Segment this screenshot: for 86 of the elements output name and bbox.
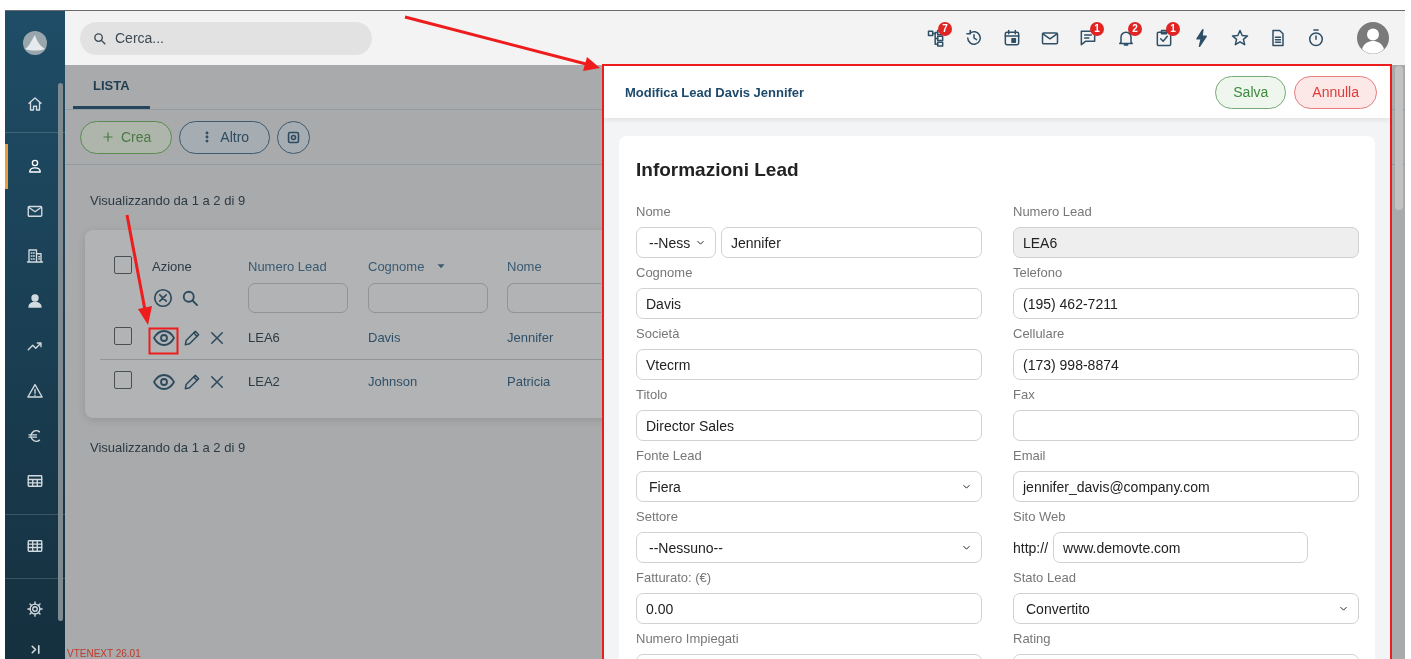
checkbox[interactable] [114,255,132,274]
version-label: VTENEXT 26.01 [67,648,141,659]
toolbar-button[interactable]: 1 [1069,19,1107,57]
column-header: Azione [152,258,192,274]
notification-badge: 1 [1090,22,1104,36]
field-label: Stato Lead [1013,569,1077,587]
text-field[interactable]: (173) 998-8874 [1013,349,1359,380]
column-header[interactable]: Nome [507,258,542,274]
record-count: Visualizzando da 1 a 2 di 9 [90,439,246,456]
field-label: Cellulare [1013,325,1066,343]
table-cell[interactable]: Jennifer [507,330,554,345]
dropdown[interactable]: Convertito [1013,593,1359,624]
settings-icon [26,600,44,619]
notification-badge: 7 [938,22,952,36]
field-label: Società [636,325,681,343]
notification-badge: 1 [1166,22,1180,36]
column-header[interactable]: Numero Lead [248,258,327,274]
person-icon [26,292,44,311]
url-field[interactable]: www.demovte.com [1053,532,1309,563]
calendar-icon [1002,28,1022,48]
checkbox[interactable] [114,327,132,345]
salutation-dropdown[interactable]: --Ness [636,227,716,258]
save-button[interactable]: Salva [1215,75,1287,109]
table-cell[interactable]: Davis [368,330,401,345]
search-icon[interactable] [180,288,200,308]
collapse-icon[interactable] [28,643,42,657]
field-label: Fax [1013,386,1036,404]
history-icon [964,28,984,48]
more-button[interactable]: Altro [179,120,271,154]
text-field[interactable]: 0.00 [636,593,982,624]
section-title: Informazioni Lead [636,158,800,182]
field-label: Fonte Lead [636,447,703,465]
field-label: Rating [1013,630,1052,648]
toolbar-button[interactable]: 7 [917,19,955,57]
list-tab[interactable]: LISTA [73,65,150,109]
logo-icon [21,29,49,58]
search-field[interactable]: Cerca... [80,21,372,55]
table-cell: LEA2 [248,374,280,389]
text-field[interactable]: jennifer_davis@company.com [1013,471,1359,502]
field-label: Telefono [1013,264,1064,282]
checkbox[interactable] [114,371,132,389]
toolbar-button[interactable]: 2 [1107,19,1145,57]
text-field[interactable]: (195) 462-7211 [1013,288,1359,319]
text-field[interactable]: Davis [636,288,982,319]
url-prefix: http:// [1013,539,1049,556]
field-label: Numero Impiegati [636,630,740,648]
text-field[interactable]: Jennifer [721,227,982,258]
readonly-field: LEA6 [1013,227,1359,258]
notification-badge: 2 [1128,22,1142,36]
table-cell[interactable]: Johnson [368,374,418,389]
record-count: Visualizzando da 1 a 2 di 9 [90,192,246,209]
stopwatch-icon [1306,28,1326,48]
warning-icon [26,382,44,401]
panel-title: Modifica Lead Davis Jennifer [625,84,806,100]
avatar-icon[interactable] [1357,22,1389,54]
filter-field[interactable] [368,283,488,313]
search-icon [92,30,107,46]
field-label: Settore [636,508,679,526]
field-label: Nome [636,203,672,221]
scrollbar[interactable] [1395,66,1403,210]
column-header[interactable]: Cognome [368,258,425,274]
text-field[interactable]: Vtecrm [636,349,982,380]
person-outline-icon [26,157,44,176]
field-label: Cognome [636,264,694,282]
filter-field[interactable] [248,283,348,313]
filter-field[interactable] [507,283,601,313]
dropdown[interactable]: --Nessuno-- [636,532,982,563]
field-label: Fatturato: (€) [636,569,713,587]
table-cell: LEA6 [248,330,280,345]
table-cell[interactable]: Patricia [507,374,551,389]
field-label: Sito Web [1013,508,1067,526]
text-field[interactable]: Director Sales [636,410,982,441]
star-icon [1230,28,1250,48]
cancel-button[interactable]: Annulla [1294,75,1377,109]
plus-icon [101,130,115,144]
text-field[interactable] [1013,410,1359,441]
clear-filter-icon[interactable] [152,287,174,309]
settings-button[interactable] [277,120,311,154]
dropdown[interactable]: Fiera [636,471,982,502]
scrollbar[interactable] [58,83,63,621]
building-icon [26,247,44,266]
field-label: Numero Lead [1013,203,1093,221]
field-label: Email [1013,447,1047,465]
field-label: Titolo [636,386,669,404]
toolbar-button[interactable]: 1 [1145,19,1183,57]
highlight-frame [148,327,179,355]
